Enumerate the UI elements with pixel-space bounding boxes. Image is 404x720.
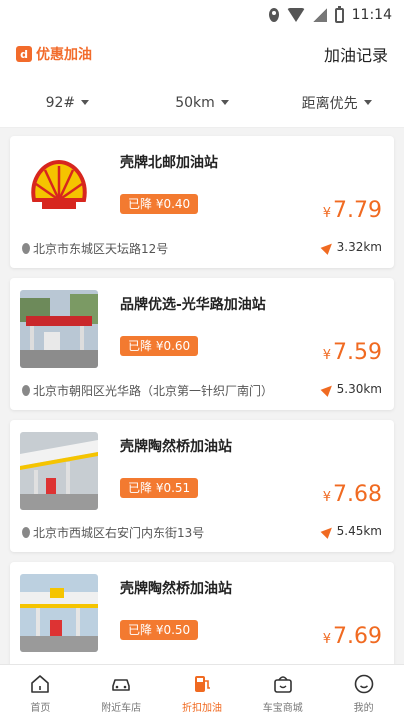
address-text: 北京市东城区天坛路12号 <box>33 242 169 256</box>
battery-icon <box>334 5 344 23</box>
filter-bar: 92# 50km 距离优先 <box>0 78 404 128</box>
navigate-arrow-icon <box>320 239 336 255</box>
station-card[interactable]: 壳牌北邮加油站 已降 ¥0.40 ¥7.79 北京市东城区天坛路12号 3.32… <box>10 136 394 268</box>
station-name: 壳牌陶然桥加油站 <box>120 439 232 455</box>
tab-profile[interactable]: 我的 <box>323 665 404 720</box>
profile-icon <box>354 674 373 693</box>
distance-text: 5.30km <box>336 382 382 396</box>
address: 北京市西城区右安门内东街13号 <box>22 524 204 541</box>
home-icon <box>31 674 50 693</box>
tab-discount-fuel-label: 折扣加油 <box>181 702 222 714</box>
filter-range-label: 50km <box>175 94 215 111</box>
currency-symbol: ¥ <box>322 206 332 221</box>
caret-down-icon <box>220 100 229 105</box>
shell-logo <box>20 148 98 226</box>
distance-text: 5.45km <box>336 524 382 538</box>
currency-symbol: ¥ <box>322 348 332 363</box>
filter-fuel-grade[interactable]: 92# <box>0 95 135 111</box>
price-value: 7.79 <box>333 198 382 223</box>
address: 北京市东城区天坛路12号 <box>22 240 168 257</box>
tab-profile-label: 我的 <box>353 702 374 714</box>
tab-nearby-shops-label: 附近车店 <box>101 702 142 714</box>
page-header: d 优惠加油 加油记录 <box>0 30 404 78</box>
caret-down-icon <box>363 100 372 105</box>
station-photo <box>20 432 98 510</box>
location-pin-icon <box>22 527 30 538</box>
discount-badge: 已降 ¥0.50 <box>120 620 199 640</box>
address: 北京市朝阳区光华路（北京第一针织厂南门） <box>22 382 273 399</box>
station-name: 品牌优选-光华路加油站 <box>120 297 266 313</box>
cellular-signal-icon <box>312 8 327 22</box>
address-text: 北京市西城区右安门内东街13号 <box>33 526 205 540</box>
station-card[interactable]: 品牌优选-光华路加油站 已降 ¥0.60 ¥7.59 北京市朝阳区光华路（北京第… <box>10 278 394 410</box>
tab-discount-fuel[interactable]: 折扣加油 <box>162 665 243 720</box>
station-card[interactable]: 壳牌陶然桥加油站 已降 ¥0.51 ¥7.68 北京市西城区右安门内东街13号 … <box>10 420 394 552</box>
location-icon <box>268 8 279 22</box>
price: ¥7.69 <box>323 624 382 649</box>
navigate-arrow-icon <box>320 381 336 397</box>
gas-icon: d <box>16 46 32 62</box>
filter-sort[interactable]: 距离优先 <box>269 93 404 113</box>
brand-title: 优惠加油 <box>36 47 92 63</box>
station-photo <box>20 290 98 368</box>
price: ¥7.68 <box>323 482 382 507</box>
station-name: 壳牌陶然桥加油站 <box>120 581 232 597</box>
price-value: 7.59 <box>333 340 382 365</box>
station-name: 壳牌北邮加油站 <box>120 155 218 171</box>
discount-badge: 已降 ¥0.60 <box>120 336 199 356</box>
tab-mall[interactable]: 车宝商城 <box>242 665 323 720</box>
location-pin-icon <box>22 385 30 396</box>
tab-home-label: 首页 <box>30 702 51 714</box>
navigate-arrow-icon <box>320 523 336 539</box>
shop-bag-icon <box>273 675 292 693</box>
bottom-tab-bar: 首页 附近车店 折扣加油 车宝商城 我的 <box>0 664 404 720</box>
car-icon <box>112 678 130 691</box>
caret-down-icon <box>81 100 90 105</box>
filter-sort-label: 距离优先 <box>301 95 358 112</box>
filter-fuel-grade-label: 92# <box>45 94 76 111</box>
price-value: 7.69 <box>333 624 382 649</box>
distance[interactable]: 5.45km <box>320 523 382 539</box>
tab-home[interactable]: 首页 <box>0 665 81 720</box>
price: ¥7.59 <box>323 340 382 365</box>
currency-symbol: ¥ <box>322 490 332 505</box>
fuel-pump-icon <box>194 675 210 692</box>
status-time: 11:14 <box>351 7 392 23</box>
wifi-icon <box>286 8 305 22</box>
address-text: 北京市朝阳区光华路（北京第一针织厂南门） <box>33 384 274 398</box>
tab-nearby-shops[interactable]: 附近车店 <box>81 665 162 720</box>
distance[interactable]: 3.32km <box>320 239 382 255</box>
filter-range[interactable]: 50km <box>135 95 270 111</box>
refuel-record-link[interactable]: 加油记录 <box>324 42 388 66</box>
status-bar: 11:14 <box>0 0 404 30</box>
price-value: 7.68 <box>333 482 382 507</box>
discount-badge: 已降 ¥0.51 <box>120 478 199 498</box>
brand: d 优惠加油 <box>16 44 92 64</box>
discount-badge: 已降 ¥0.40 <box>120 194 199 214</box>
price: ¥7.79 <box>323 198 382 223</box>
station-photo <box>20 574 98 652</box>
distance-text: 3.32km <box>336 240 382 254</box>
location-pin-icon <box>22 243 30 254</box>
currency-symbol: ¥ <box>322 632 332 647</box>
tab-mall-label: 车宝商城 <box>262 702 303 714</box>
distance[interactable]: 5.30km <box>320 381 382 397</box>
